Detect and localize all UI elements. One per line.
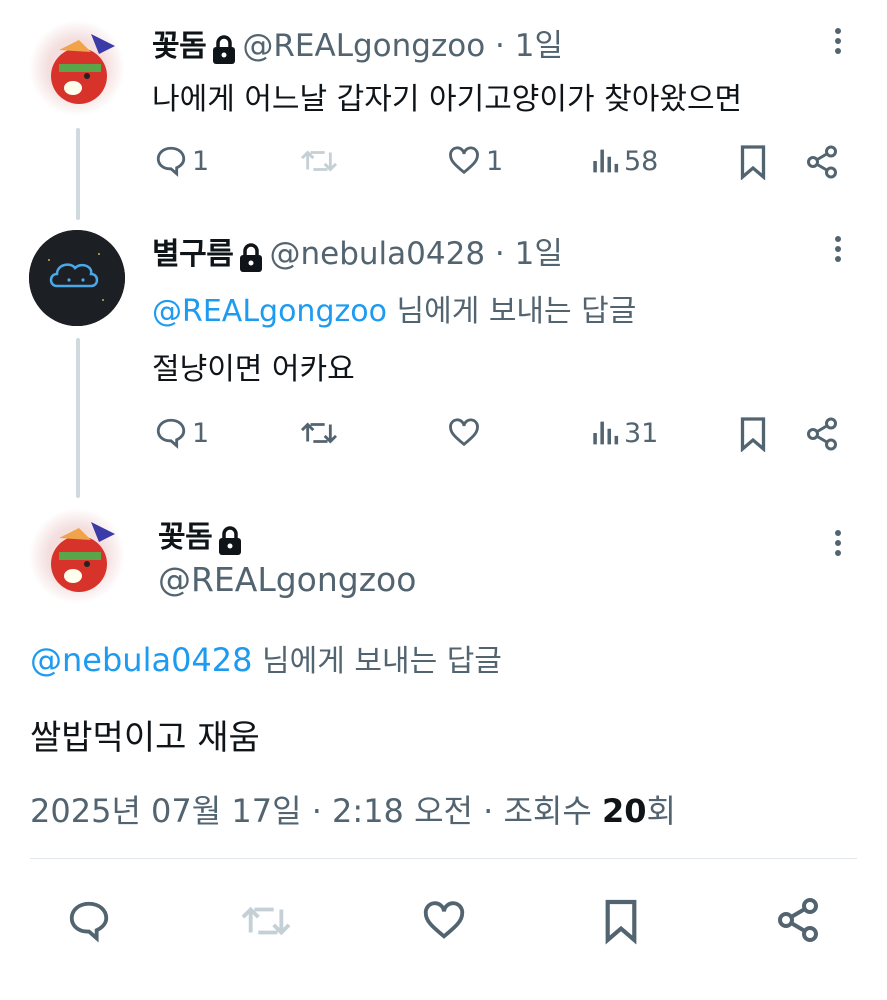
- handle[interactable]: @REALgongzoo: [158, 560, 416, 599]
- more-icon[interactable]: [826, 526, 850, 566]
- reply-context: @REALgongzoo 님에게 보내는 답글: [152, 286, 636, 330]
- display-name[interactable]: 꽃돔: [152, 29, 207, 64]
- reply-suffix: 님에게 보내는 답글: [386, 294, 637, 329]
- views-button[interactable]: 58: [590, 144, 658, 178]
- bookmark-icon: [740, 417, 766, 452]
- avatar[interactable]: [29, 20, 125, 116]
- retweet-button[interactable]: [300, 416, 342, 450]
- like-button[interactable]: 1: [446, 144, 503, 178]
- retweet-button[interactable]: [240, 898, 292, 944]
- bookmark-button[interactable]: [738, 144, 768, 180]
- retweet-icon: [241, 906, 291, 936]
- like-icon: [423, 901, 465, 939]
- retweet-icon: [300, 150, 338, 172]
- lock-icon: [238, 242, 264, 277]
- views-button[interactable]: 31: [590, 416, 658, 450]
- thread-line: [76, 128, 80, 220]
- reply-suffix: 님에게 보내는 답글: [252, 644, 502, 679]
- lock-icon: [211, 34, 237, 69]
- retweet-icon: [300, 422, 338, 444]
- divider: [30, 858, 857, 859]
- handle[interactable]: @REALgongzoo: [242, 28, 485, 64]
- tweet-header: 꽃돔 @REALgongzoo · 1일: [152, 20, 563, 69]
- bookmark-icon: [605, 899, 637, 945]
- reply-mention[interactable]: @REALgongzoo: [152, 294, 387, 329]
- display-name[interactable]: 꽃돔: [158, 520, 213, 555]
- like-button[interactable]: [446, 416, 486, 450]
- reply-icon: [156, 146, 186, 177]
- bookmark-icon: [740, 145, 766, 180]
- reply-mention[interactable]: @nebula0428: [30, 641, 253, 679]
- avatar[interactable]: [29, 230, 125, 326]
- tweet-header: 별구름 @nebula0428 · 1일: [152, 228, 563, 277]
- avatar[interactable]: [29, 508, 125, 604]
- share-icon: [778, 898, 818, 942]
- more-icon[interactable]: [826, 232, 850, 272]
- reply-context: @nebula0428 님에게 보내는 답글: [30, 636, 502, 680]
- share-button[interactable]: [804, 416, 840, 452]
- timestamp[interactable]: 2025년 07월 17일 · 2:18 오전 · 조회수: [30, 792, 602, 830]
- view-count: 58: [624, 145, 659, 177]
- lock-icon: [217, 525, 243, 560]
- view-count: 31: [624, 417, 659, 449]
- views-icon: [593, 149, 619, 173]
- tweet-meta: 2025년 07월 17일 · 2:18 오전 · 조회수 20회: [30, 786, 676, 832]
- view-count: 20: [601, 792, 647, 830]
- timestamp[interactable]: · 1일: [485, 236, 563, 272]
- tweet-text: 쌀밥먹이고 재움: [30, 718, 260, 758]
- retweet-button[interactable]: [300, 144, 342, 178]
- reply-button[interactable]: 1: [154, 416, 209, 450]
- tweet-text: 나에게 어느날 갑자기 아기고양이가 찾아왔으면: [152, 82, 743, 117]
- display-name[interactable]: 별구름: [152, 237, 234, 272]
- timestamp[interactable]: · 1일: [485, 28, 563, 64]
- share-button[interactable]: [804, 144, 840, 180]
- like-count: 1: [486, 145, 504, 177]
- main-author: 꽃돔: [158, 512, 243, 560]
- tweet-text: 절냥이면 어카요: [152, 352, 355, 387]
- share-button[interactable]: [774, 896, 822, 944]
- like-icon: [449, 146, 479, 175]
- bookmark-button[interactable]: [602, 896, 640, 946]
- more-icon[interactable]: [826, 24, 850, 64]
- reply-button[interactable]: 1: [154, 144, 209, 178]
- handle[interactable]: @nebula0428: [270, 236, 486, 272]
- views-icon: [593, 421, 619, 445]
- reply-count: 1: [192, 145, 210, 177]
- view-suffix: 회: [646, 792, 676, 830]
- like-button[interactable]: [420, 898, 468, 944]
- reply-icon: [69, 901, 109, 943]
- bookmark-button[interactable]: [738, 416, 768, 452]
- share-icon: [807, 145, 837, 179]
- thread-line: [76, 338, 80, 498]
- reply-button[interactable]: [66, 898, 112, 944]
- reply-icon: [156, 418, 186, 449]
- reply-count: 1: [192, 417, 210, 449]
- like-icon: [449, 418, 479, 447]
- share-icon: [807, 417, 837, 451]
